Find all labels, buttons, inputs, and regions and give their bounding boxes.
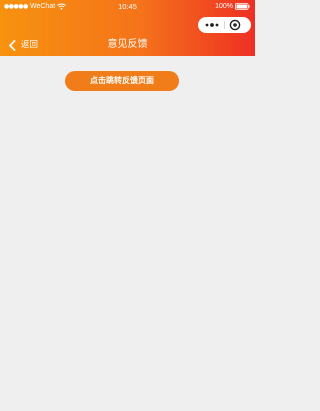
- status-bar: ●●●●● WeChat 10:45 100%: [0, 0, 255, 13]
- page-title: 意见反馈: [107, 39, 148, 50]
- mini-program-capsule: [198, 17, 251, 33]
- close-circle-icon[interactable]: [229, 19, 241, 31]
- capsule-divider: [224, 21, 225, 29]
- more-icon[interactable]: [204, 21, 220, 29]
- main-content: 点击跳转反馈页面: [0, 56, 255, 411]
- battery-icon: [235, 3, 250, 10]
- header: ●●●●● WeChat 10:45 100% 返回 意见反馈: [0, 0, 255, 56]
- battery-percent: 100%: [215, 3, 233, 10]
- go-to-feedback-button[interactable]: 点击跳转反馈页面: [65, 71, 179, 91]
